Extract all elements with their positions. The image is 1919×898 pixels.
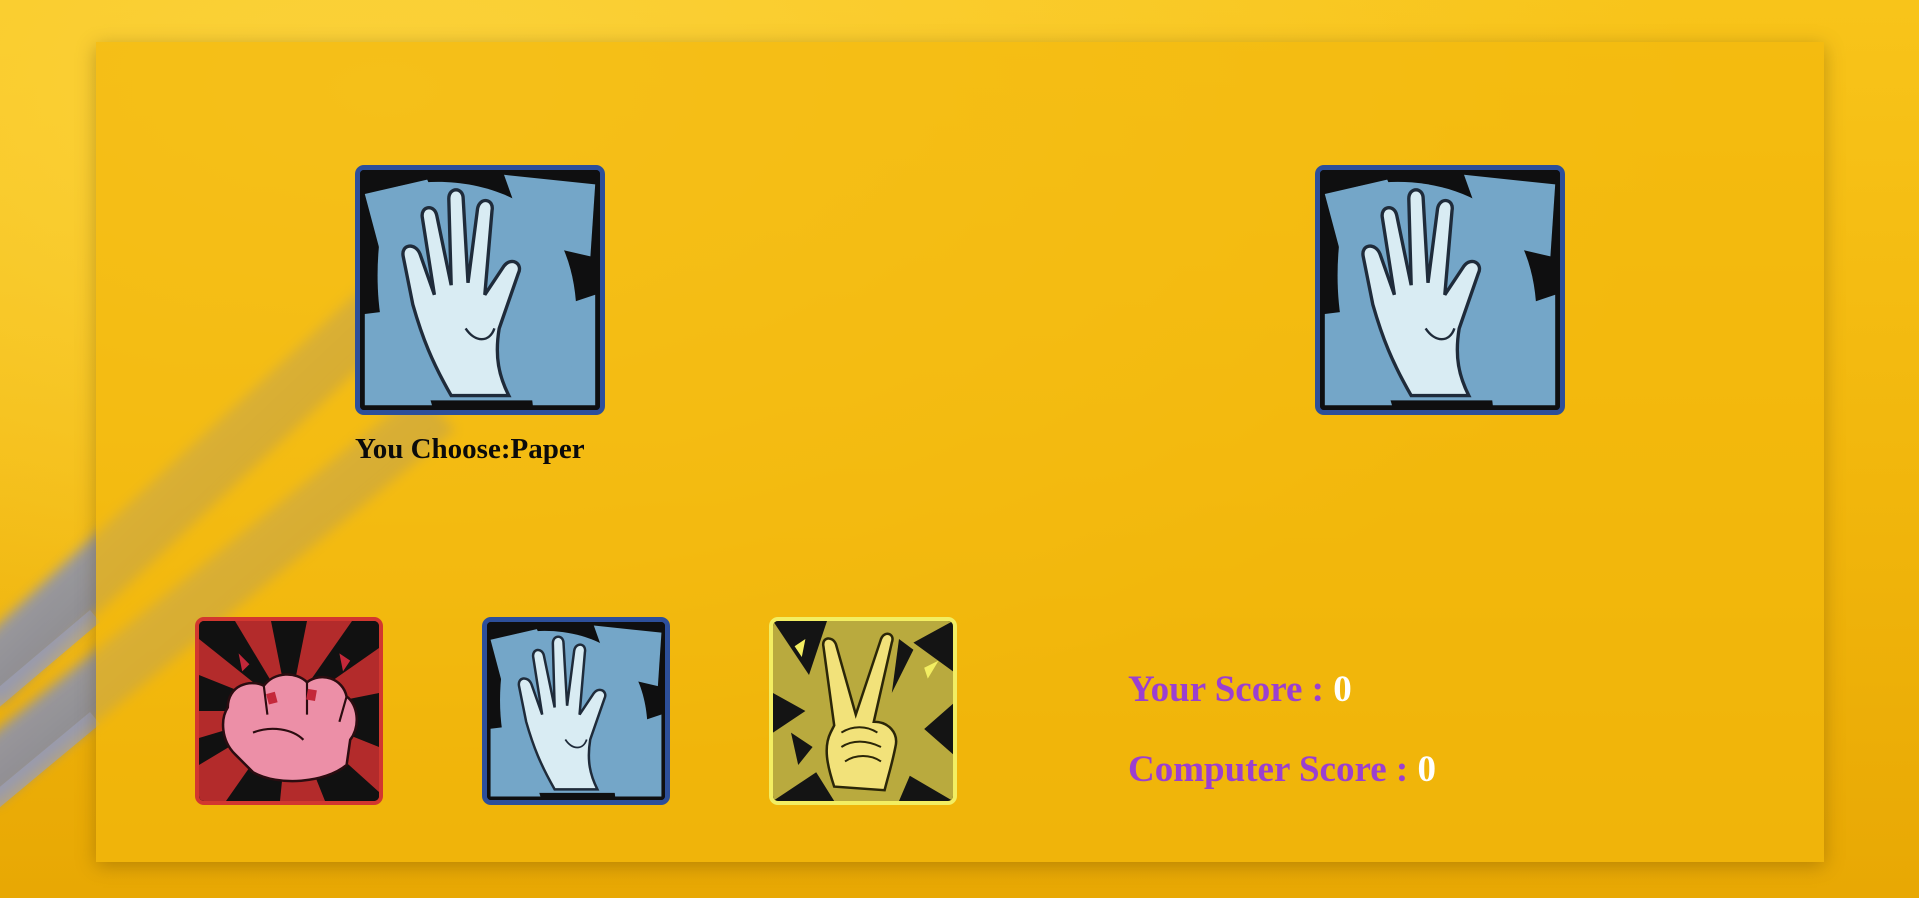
scissors-button[interactable] <box>769 617 957 805</box>
open-hand-icon <box>487 622 665 800</box>
open-hand-icon <box>360 170 600 410</box>
fist-icon <box>199 621 379 801</box>
computer-choice-paper-tile <box>1315 165 1565 415</box>
player-choice-text: You Choose:Paper <box>355 433 585 466</box>
computer-score: Computer Score : 0 <box>1128 748 1436 791</box>
your-score-value: 0 <box>1333 669 1352 710</box>
computer-score-value: 0 <box>1417 749 1436 790</box>
player-choice-label: You Choose: <box>355 433 511 465</box>
computer-score-label: Computer Score : <box>1128 749 1418 790</box>
open-hand-icon <box>1320 170 1560 410</box>
paper-button[interactable] <box>482 617 670 805</box>
player-choice-value: Paper <box>510 433 585 465</box>
peace-sign-icon <box>773 621 953 801</box>
player-choice-paper-tile <box>355 165 605 415</box>
your-score: Your Score : 0 <box>1128 668 1352 711</box>
your-score-label: Your Score : <box>1128 669 1334 710</box>
rock-button[interactable] <box>195 617 383 805</box>
